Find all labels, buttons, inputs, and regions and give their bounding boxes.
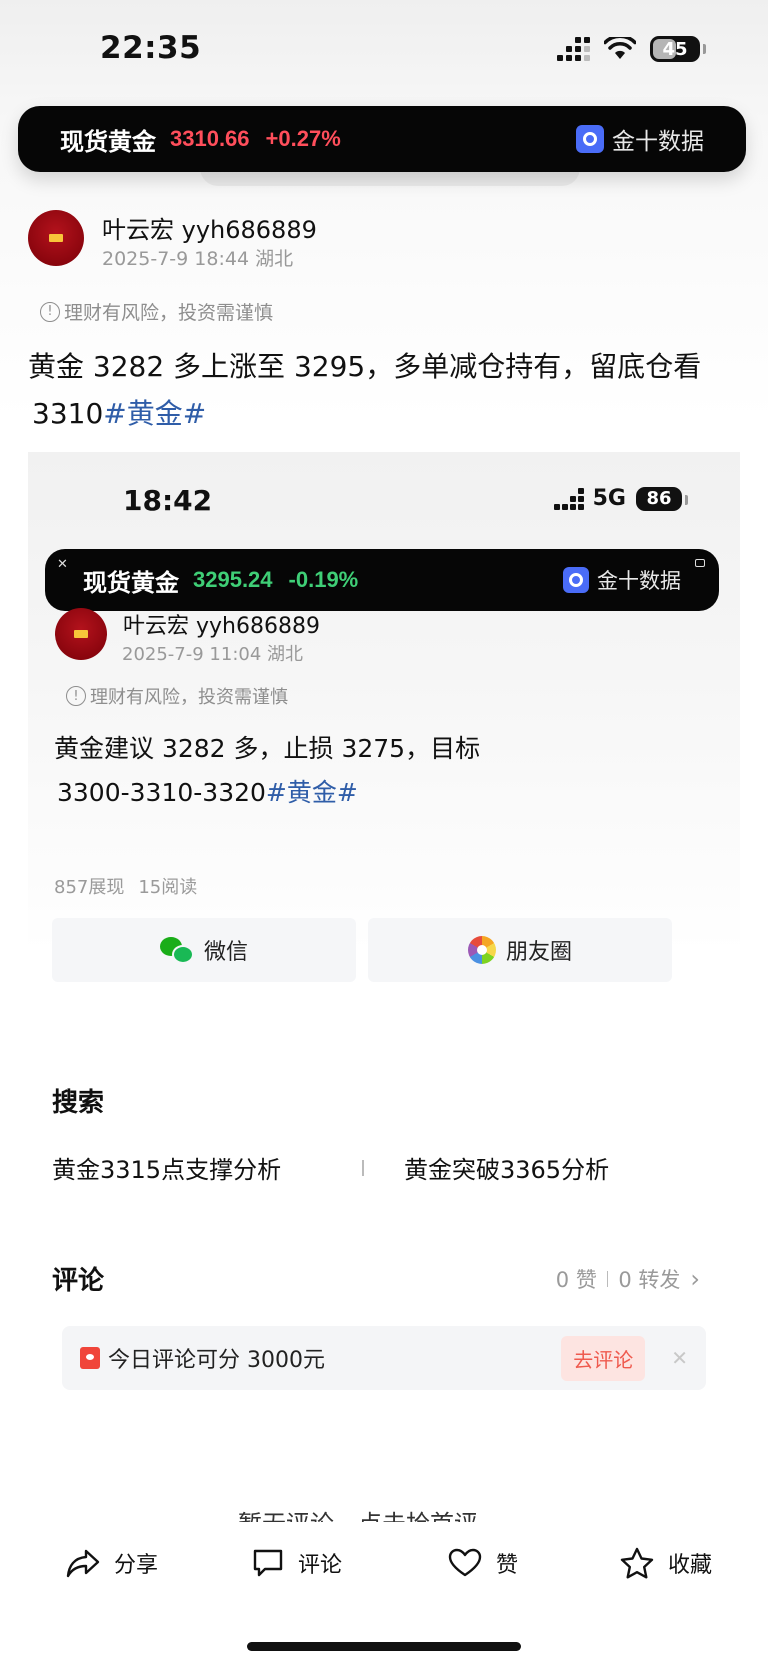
risk-note-text: 理财有风险，投资需谨慎 [64,302,274,324]
embedded-jin10-logo-icon [563,567,589,593]
embedded-post-text-line2: 3300-3310-3320 [57,778,266,807]
embedded-risk-note: ! 理财有风险，投资需谨慎 [66,683,288,709]
status-icons: 45 [557,36,706,62]
embedded-screenshot[interactable]: 18:42 5G 86 ✕ 现货黄金 3295.24 -0.19% 金十数据 叶… [28,452,740,1522]
comment-label: 评论 [298,1553,343,1578]
share-label: 分享 [114,1553,159,1578]
ticker-brand: 金十数据 [576,122,704,156]
chevron-right-icon: › [690,1265,700,1293]
embedded-ticker-price: 3295.24 [193,567,273,592]
red-envelope-icon [80,1347,100,1369]
home-indicator[interactable] [247,1642,521,1651]
embedded-comments-title: 评论 [52,1266,105,1296]
embedded-search-item-2: 黄金突破3365分析 [404,1156,610,1184]
embedded-post-meta: 2025-7-9 11:04 湖北 [122,644,304,665]
embedded-status-time: 18:42 [123,484,213,517]
embedded-gold-ticker: ✕ 现货黄金 3295.24 -0.19% 金十数据 [45,549,719,611]
wifi-icon [604,37,636,59]
risk-note: ! 理财有风险，投资需谨慎 [40,298,273,325]
expand-icon [695,559,705,567]
embedded-author-avatar [55,608,107,660]
embedded-search-item-1: 黄金3315点支撑分析 [52,1156,282,1184]
cellular-signal-icon [557,37,590,61]
embedded-search-divider [362,1160,364,1176]
ticker-name: 现货黄金 [60,127,156,156]
post-meta: 2025-7-9 18:44 湖北 [102,248,294,270]
post-text: 黄金 3282 多上涨至 3295，多单减仓持有，留底仓看 3310#黄金# [28,343,748,437]
embedded-status-icons: 5G 86 [553,486,688,511]
embedded-cellular-signal-icon [553,488,584,510]
moments-icon [467,936,496,964]
ticker-price: 3310.66 [170,126,250,151]
author-avatar[interactable] [28,210,84,266]
embedded-ticker-name: 现货黄金 [83,568,179,597]
embedded-promo-button: 去评论 [561,1335,646,1381]
share-icon [66,1549,100,1578]
like-button[interactable]: 赞 [448,1547,518,1579]
embedded-share-wechat-label: 微信 [203,940,248,965]
embedded-post-stats: 857展现 15阅读 [54,873,197,899]
info-icon: ! [40,301,60,322]
close-icon: ✕ [57,557,68,572]
post-hashtag[interactable]: #黄金# [103,397,206,430]
ticker-change: +0.27% [265,126,341,151]
embedded-share-moments-label: 朋友圈 [505,940,572,965]
embedded-post-text: 黄金建议 3282 多，止损 3275，目标 3300-3310-3320#黄金… [54,727,480,815]
embedded-risk-note-text: 理财有风险，投资需谨慎 [90,687,288,708]
embedded-author-name: 叶云宏 yyh686889 [123,614,320,639]
embedded-ticker-change: -0.19% [288,567,359,592]
embedded-promo-close-icon: ✕ [671,1346,688,1370]
star-icon [620,1547,654,1579]
author-name[interactable]: 叶云宏 yyh686889 [102,210,317,245]
post-text-line1: 黄金 3282 多上涨至 3295，多单减仓持有，留底仓看 [28,350,702,383]
share-button[interactable]: 分享 [66,1547,158,1579]
jin10-logo-icon [576,125,604,153]
embedded-share-wechat-button: 微信 [52,918,356,982]
embedded-cut-off-text: 暂无评论，点击抢首评 [238,1504,478,1522]
comment-icon [253,1549,283,1577]
post-text-line2: 3310 [32,397,104,430]
embedded-reposts-count: 0 转发 [618,1268,681,1292]
embedded-ticker-brand: 金十数据 [563,565,681,595]
embedded-reads: 15阅读 [138,877,198,898]
embedded-comment-stats: 0 赞 0 转发 › [556,1264,700,1294]
wechat-icon [159,935,194,965]
embedded-battery-icon: 86 [636,486,688,511]
embedded-share-moments-button: 朋友圈 [368,918,672,982]
bottom-action-bar: 分享 评论 赞 收藏 [0,1525,768,1665]
battery-level: 45 [662,38,688,60]
comment-button[interactable]: 评论 [252,1547,342,1579]
embedded-info-icon: ! [66,686,86,706]
embedded-views: 857展现 [54,877,125,898]
status-time: 22:35 [100,30,202,66]
like-label: 赞 [496,1553,519,1578]
embedded-comment-promo: 今日评论可分 3000元 去评论 ✕ [62,1326,706,1390]
favorite-label: 收藏 [668,1553,713,1578]
gold-ticker-banner[interactable]: 现货黄金 3310.66 +0.27% 金十数据 [18,106,746,172]
favorite-button[interactable]: 收藏 [620,1547,712,1579]
heart-icon [448,1548,482,1577]
embedded-network-type: 5G [592,486,626,511]
embedded-search-title: 搜索 [52,1088,105,1118]
battery-icon: 45 [650,36,706,62]
status-bar: 22:35 45 [0,0,768,100]
embedded-post-text-line1: 黄金建议 3282 多，止损 3275，目标 [54,734,481,763]
ticker-brand-label: 金十数据 [612,129,704,155]
embedded-promo-text: 今日评论可分 3000元 [108,1348,325,1373]
embedded-likes-count: 0 赞 [555,1268,597,1292]
embedded-battery-level: 86 [646,488,672,509]
embedded-post-hashtag: #黄金# [265,778,358,807]
embedded-ticker-brand-label: 金十数据 [597,569,681,593]
